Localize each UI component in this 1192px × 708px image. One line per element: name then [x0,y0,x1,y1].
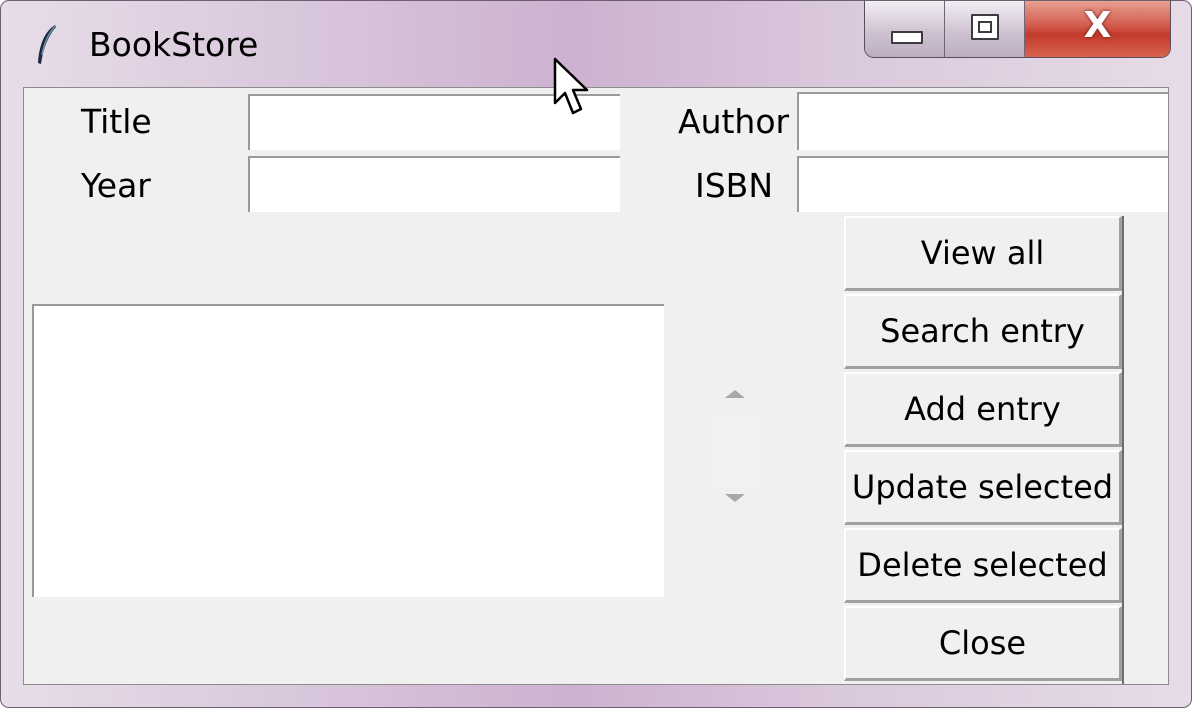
bookstore-window: BookStore X Title Author Year ISBN View … [0,0,1192,708]
author-label: Author [678,102,790,141]
close-button[interactable]: Close [844,606,1122,681]
caption-buttons: X [864,1,1171,58]
update-selected-button[interactable]: Update selected [844,450,1122,525]
client-area: Title Author Year ISBN View all Search e… [23,87,1169,685]
minimize-icon [891,31,923,44]
results-listbox[interactable] [32,304,664,597]
title-bar[interactable]: BookStore X [1,1,1191,87]
mouse-pointer-icon [553,57,589,115]
year-label: Year [81,166,151,205]
window-title: BookStore [89,25,259,64]
year-input[interactable] [248,156,620,212]
isbn-input[interactable] [797,156,1168,212]
isbn-label: ISBN [695,166,774,205]
scrollbar-track[interactable] [712,414,758,486]
delete-selected-button[interactable]: Delete selected [844,528,1122,603]
scroll-down-arrow-icon[interactable] [725,494,745,502]
view-all-button[interactable]: View all [844,216,1122,291]
scroll-up-arrow-icon[interactable] [725,390,745,398]
button-column-divider [1122,216,1124,684]
search-entry-button[interactable]: Search entry [844,294,1122,369]
maximize-button[interactable] [945,1,1025,57]
title-label: Title [81,102,152,141]
close-window-button[interactable]: X [1025,1,1170,57]
feather-icon [38,25,56,64]
close-icon: X [1083,5,1112,46]
results-scrollbar[interactable] [712,376,758,521]
author-input[interactable] [797,92,1168,150]
minimize-button[interactable] [865,1,945,57]
add-entry-button[interactable]: Add entry [844,372,1122,447]
maximize-icon [971,14,999,40]
